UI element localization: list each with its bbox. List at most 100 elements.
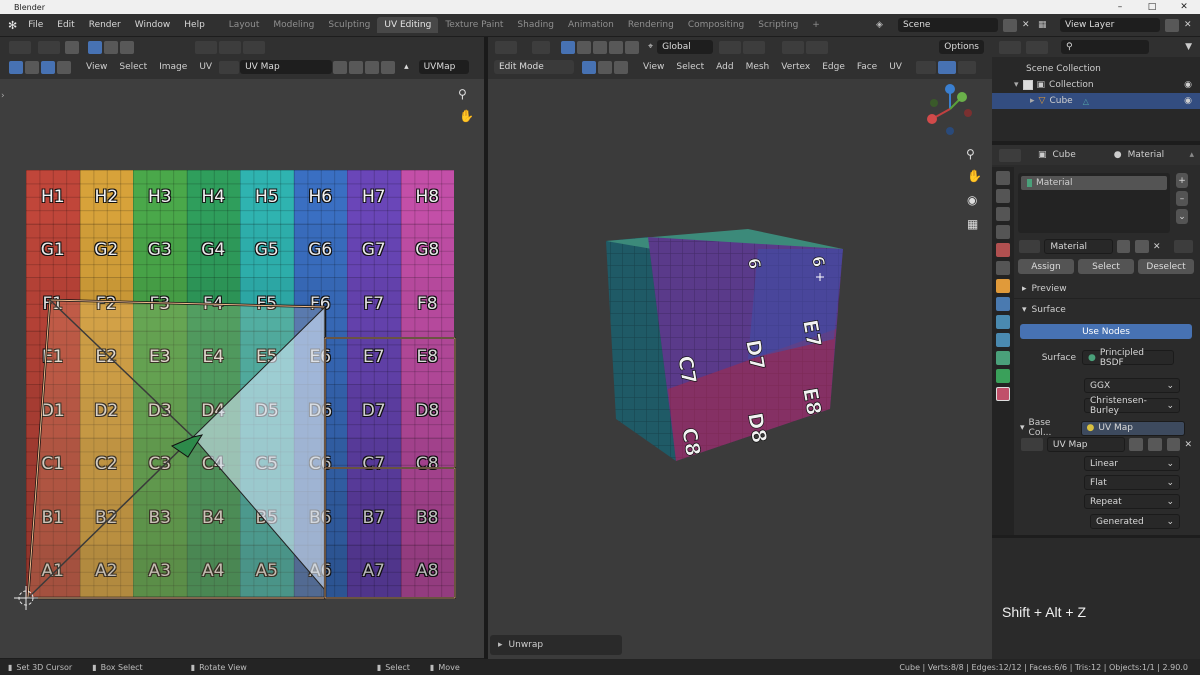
viewport-select-tool-icon[interactable] (532, 40, 550, 54)
world-tab-icon[interactable] (996, 261, 1010, 275)
vp-menu-uv[interactable]: UV (883, 62, 908, 72)
use-nodes-button[interactable]: Use Nodes (1020, 324, 1192, 339)
properties-editor-type-icon[interactable] (999, 148, 1021, 162)
fake-user-icon[interactable] (1116, 240, 1131, 253)
uv-island-right-lower[interactable] (324, 467, 456, 599)
vp-select-new-icon[interactable] (561, 40, 575, 54)
vp-proportional-icon[interactable] (782, 40, 805, 54)
link-menu-icon[interactable] (1173, 240, 1193, 253)
tab-rendering[interactable]: Rendering (621, 17, 681, 33)
overlay-icon[interactable] (915, 60, 936, 74)
distribution-dropdown[interactable]: GGX ⌄ (1084, 378, 1180, 393)
vp-select-invert-icon[interactable] (609, 40, 623, 54)
remove-slot-button[interactable]: – (1176, 191, 1188, 206)
outliner-search-input[interactable]: ⚲ (1061, 40, 1149, 54)
browse-material-icon[interactable] (1019, 240, 1041, 253)
tab-shading[interactable]: Shading (510, 17, 561, 33)
extension-dropdown[interactable]: Repeat ⌄ (1084, 494, 1180, 509)
gizmo-z-axis[interactable] (945, 84, 955, 94)
vp-pan-icon[interactable]: ✋ (967, 169, 982, 183)
surface-panel-header[interactable]: ▾ Surface (1014, 300, 1200, 319)
modifier-tab-icon[interactable] (996, 297, 1010, 311)
subsurface-method-dropdown[interactable]: Christensen-Burley ⌄ (1084, 396, 1180, 416)
unlink-material-icon[interactable]: ✕ (1153, 242, 1161, 252)
image-unlink-icon[interactable]: ✕ (1184, 440, 1192, 450)
interpolation-dropdown[interactable]: Linear ⌄ (1084, 456, 1180, 471)
particles-tab-icon[interactable] (996, 315, 1010, 329)
material-slot-list[interactable]: Material (1018, 173, 1170, 233)
assign-button[interactable]: Assign (1018, 259, 1074, 274)
expand-icon[interactable]: ▾ (1014, 80, 1019, 90)
delete-view-layer-icon[interactable]: ✕ (1184, 20, 1196, 30)
gizmo-x-axis[interactable] (927, 114, 937, 124)
pin-icon[interactable]: ▴ (1189, 150, 1194, 160)
vp-zoom-icon[interactable]: ⚲ (966, 147, 975, 161)
surface-shader-field[interactable]: ● Principled BSDF (1082, 348, 1174, 368)
image-fake-user-icon[interactable] (1128, 438, 1143, 451)
vp-menu-face[interactable]: Face (851, 62, 883, 72)
scene-selector[interactable]: Scene (898, 18, 998, 32)
xray-icon[interactable] (937, 60, 956, 74)
projection-dropdown[interactable]: Flat ⌄ (1084, 475, 1180, 490)
navigation-gizmo[interactable] (924, 83, 974, 139)
eye-icon[interactable]: ◉ (1184, 96, 1192, 106)
preview-panel-header[interactable]: ▸ Preview (1014, 280, 1200, 299)
viewport-3d[interactable]: ⚲ ✋ ◉ ▦ E7 E8 D7 D8 C7 C8 6 6 ▸ Unwrap (488, 79, 992, 659)
vp-snap-icon[interactable] (743, 40, 766, 54)
material-tab-icon[interactable] (996, 387, 1010, 401)
filter-icon[interactable]: ▼ (1185, 42, 1192, 52)
vp-menu-add[interactable]: Add (710, 62, 739, 72)
image-new-icon[interactable] (1147, 438, 1162, 451)
material-name-field[interactable]: Material (1044, 239, 1113, 254)
new-material-icon[interactable] (1135, 240, 1149, 253)
view-layer-selector[interactable]: View Layer (1060, 18, 1160, 32)
outliner-item-collection[interactable]: ▾ ▣ Collection ◉ (992, 77, 1200, 93)
vp-pivot-icon[interactable] (719, 40, 742, 54)
view-layer-tab-icon[interactable] (996, 225, 1010, 239)
scene-tab-icon[interactable] (996, 243, 1010, 257)
slot-menu-button[interactable]: ⌄ (1176, 209, 1188, 224)
vp-menu-view[interactable]: View (637, 62, 670, 72)
image-open-icon[interactable] (1166, 438, 1181, 451)
physics-tab-icon[interactable] (996, 333, 1010, 347)
last-operator-panel[interactable]: ▸ Unwrap (490, 635, 622, 655)
mode-selector[interactable]: Edit Mode (494, 60, 574, 74)
material-slot[interactable]: Material (1021, 176, 1167, 190)
camera-view-icon[interactable]: ◉ (967, 193, 977, 207)
vp-select-intersect-icon[interactable] (625, 40, 639, 54)
deselect-button[interactable]: Deselect (1138, 259, 1194, 274)
tab-animation[interactable]: Animation (561, 17, 621, 33)
face-mode-icon[interactable] (614, 60, 628, 74)
tab-scripting[interactable]: Scripting (751, 17, 805, 33)
image-name-field[interactable]: UV Map (1046, 437, 1125, 452)
gizmo-y-axis[interactable] (957, 92, 967, 102)
output-tab-icon[interactable] (996, 207, 1010, 221)
grid-view-icon[interactable]: ▦ (967, 217, 978, 231)
minimize-icon[interactable]: – (1104, 2, 1136, 12)
vertex-mode-icon[interactable] (582, 60, 596, 74)
shading-icon[interactable] (957, 60, 976, 74)
vp-select-subtract-icon[interactable] (593, 40, 607, 54)
expand-icon[interactable]: ▸ (1030, 96, 1035, 106)
data-tab-icon[interactable] (996, 369, 1010, 383)
select-button[interactable]: Select (1078, 259, 1134, 274)
display-mode-icon[interactable] (1026, 40, 1048, 54)
vp-menu-mesh[interactable]: Mesh (740, 62, 776, 72)
add-workspace-button[interactable]: + (805, 17, 827, 33)
tab-compositing[interactable]: Compositing (681, 17, 751, 33)
outliner-item-scene-collection[interactable]: Scene Collection (992, 61, 1200, 77)
outliner-item-cube[interactable]: ▸ ▽ Cube △ ◉ (992, 93, 1200, 109)
options-button[interactable]: Options (939, 40, 984, 54)
uv-island-right-upper[interactable] (324, 337, 456, 469)
vp-select-extend-icon[interactable] (577, 40, 591, 54)
vp-menu-edge[interactable]: Edge (816, 62, 851, 72)
view-layer-icon[interactable]: ▦ (1038, 20, 1056, 30)
vp-falloff-icon[interactable] (806, 40, 829, 54)
checkbox-icon[interactable] (1022, 80, 1033, 90)
browse-image-icon[interactable] (1021, 438, 1043, 451)
edge-mode-icon[interactable] (598, 60, 612, 74)
new-scene-icon[interactable] (1003, 18, 1017, 32)
eye-icon[interactable]: ◉ (1184, 80, 1192, 90)
vp-menu-select[interactable]: Select (670, 62, 710, 72)
maximize-icon[interactable]: □ (1136, 2, 1168, 12)
